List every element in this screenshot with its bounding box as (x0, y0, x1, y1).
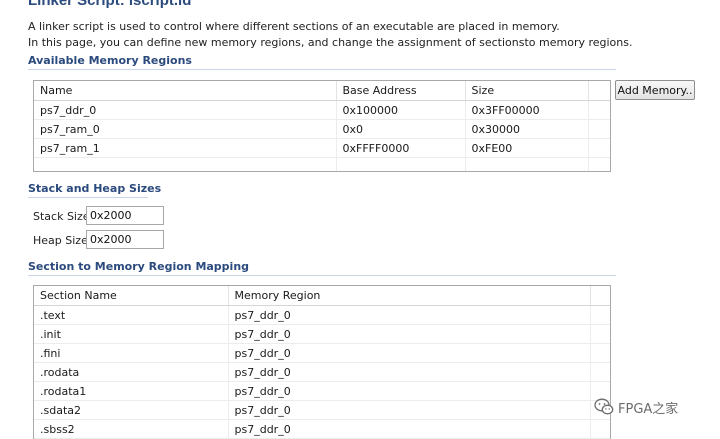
memory-regions-table: Name Base Address Size ps7_ddr_0 0x10000… (33, 80, 611, 172)
stack-heap-title: Stack and Heap Sizes (28, 182, 162, 195)
cell-filler (590, 419, 610, 439)
table-row[interactable]: .fini ps7_ddr_0 (34, 343, 610, 363)
watermark: FPGA之家 (594, 397, 678, 417)
cell-memory-region[interactable]: ps7_ddr_0 (228, 381, 591, 401)
cell-size[interactable]: 0xFE00 (465, 138, 589, 158)
cell-empty (588, 157, 610, 171)
table-row[interactable]: .rodata ps7_ddr_0 (34, 362, 610, 382)
column-header-section-name[interactable]: Section Name (34, 286, 229, 306)
cell-size[interactable]: 0x30000 (465, 119, 589, 139)
cell-empty (465, 157, 589, 171)
cell-section-name: .fini (34, 343, 229, 363)
table-row[interactable]: .text ps7_ddr_0 (34, 305, 610, 325)
section-divider (28, 275, 616, 276)
linker-script-editor: Linker Script: lscript.ld A linker scrip… (0, 0, 720, 439)
section-divider (28, 69, 616, 70)
description-line-1: A linker script is used to control where… (28, 20, 560, 33)
description-line-2: In this page, you can define new memory … (28, 36, 633, 49)
column-header-name[interactable]: Name (34, 81, 337, 101)
cell-memory-region[interactable]: ps7_ddr_0 (228, 400, 591, 420)
add-memory-button[interactable]: Add Memory.. (615, 80, 695, 100)
stack-size-input[interactable] (86, 206, 164, 225)
cell-section-name: .init (34, 324, 229, 344)
table-row[interactable]: .sbss2 ps7_ddr_0 (34, 419, 610, 439)
cell-name[interactable]: ps7_ddr_0 (34, 100, 337, 120)
column-header-size[interactable]: Size (465, 81, 589, 101)
cell-filler (588, 119, 610, 139)
section-divider (28, 197, 148, 198)
column-header-base-address[interactable]: Base Address (336, 81, 466, 101)
table-header-row: Name Base Address Size (34, 81, 610, 101)
stack-size-label: Stack Size (33, 210, 90, 223)
cell-filler (590, 324, 610, 344)
cell-filler (590, 362, 610, 382)
cell-filler (588, 100, 610, 120)
cell-memory-region[interactable]: ps7_ddr_0 (228, 362, 591, 382)
cell-name[interactable]: ps7_ram_1 (34, 138, 337, 158)
table-row[interactable]: .sdata2 ps7_ddr_0 (34, 400, 610, 420)
table-row[interactable]: ps7_ram_1 0xFFFF0000 0xFE00 (34, 138, 610, 158)
table-row[interactable]: .rodata1 ps7_ddr_0 (34, 381, 610, 401)
table-row[interactable]: ps7_ram_0 0x0 0x30000 (34, 119, 610, 139)
cell-memory-region[interactable]: ps7_ddr_0 (228, 419, 591, 439)
table-row[interactable]: .init ps7_ddr_0 (34, 324, 610, 344)
column-header-filler (588, 81, 610, 101)
cell-empty (336, 157, 466, 171)
watermark-text: FPGA之家 (618, 401, 679, 417)
cell-section-name: .text (34, 305, 229, 325)
cell-memory-region[interactable]: ps7_ddr_0 (228, 343, 591, 363)
table-row-empty (34, 157, 610, 171)
cell-section-name: .sbss2 (34, 419, 229, 439)
memory-regions-title: Available Memory Regions (28, 54, 192, 67)
cell-base-address[interactable]: 0x100000 (336, 100, 466, 120)
cell-section-name: .sdata2 (34, 400, 229, 420)
cell-base-address[interactable]: 0xFFFF0000 (336, 138, 466, 158)
heap-size-input[interactable] (86, 230, 164, 249)
column-header-filler (590, 286, 610, 306)
cell-section-name: .rodata1 (34, 381, 229, 401)
table-row[interactable]: ps7_ddr_0 0x100000 0x3FF00000 (34, 100, 610, 120)
section-mapping-table: Section Name Memory Region .text ps7_ddr… (33, 285, 611, 439)
cell-empty (34, 157, 337, 171)
column-header-memory-region[interactable]: Memory Region (228, 286, 591, 306)
cell-section-name: .rodata (34, 362, 229, 382)
cell-memory-region[interactable]: ps7_ddr_0 (228, 324, 591, 344)
cell-base-address[interactable]: 0x0 (336, 119, 466, 139)
cell-memory-region[interactable]: ps7_ddr_0 (228, 305, 591, 325)
wechat-icon (594, 398, 614, 415)
cell-filler (588, 138, 610, 158)
cell-filler (590, 305, 610, 325)
cell-filler (590, 343, 610, 363)
table-header-row: Section Name Memory Region (34, 286, 610, 306)
cell-size[interactable]: 0x3FF00000 (465, 100, 589, 120)
section-mapping-title: Section to Memory Region Mapping (28, 260, 250, 273)
heap-size-label: Heap Size (33, 234, 88, 247)
page-title: Linker Script: lscript.ld (28, 0, 192, 9)
cell-name[interactable]: ps7_ram_0 (34, 119, 337, 139)
